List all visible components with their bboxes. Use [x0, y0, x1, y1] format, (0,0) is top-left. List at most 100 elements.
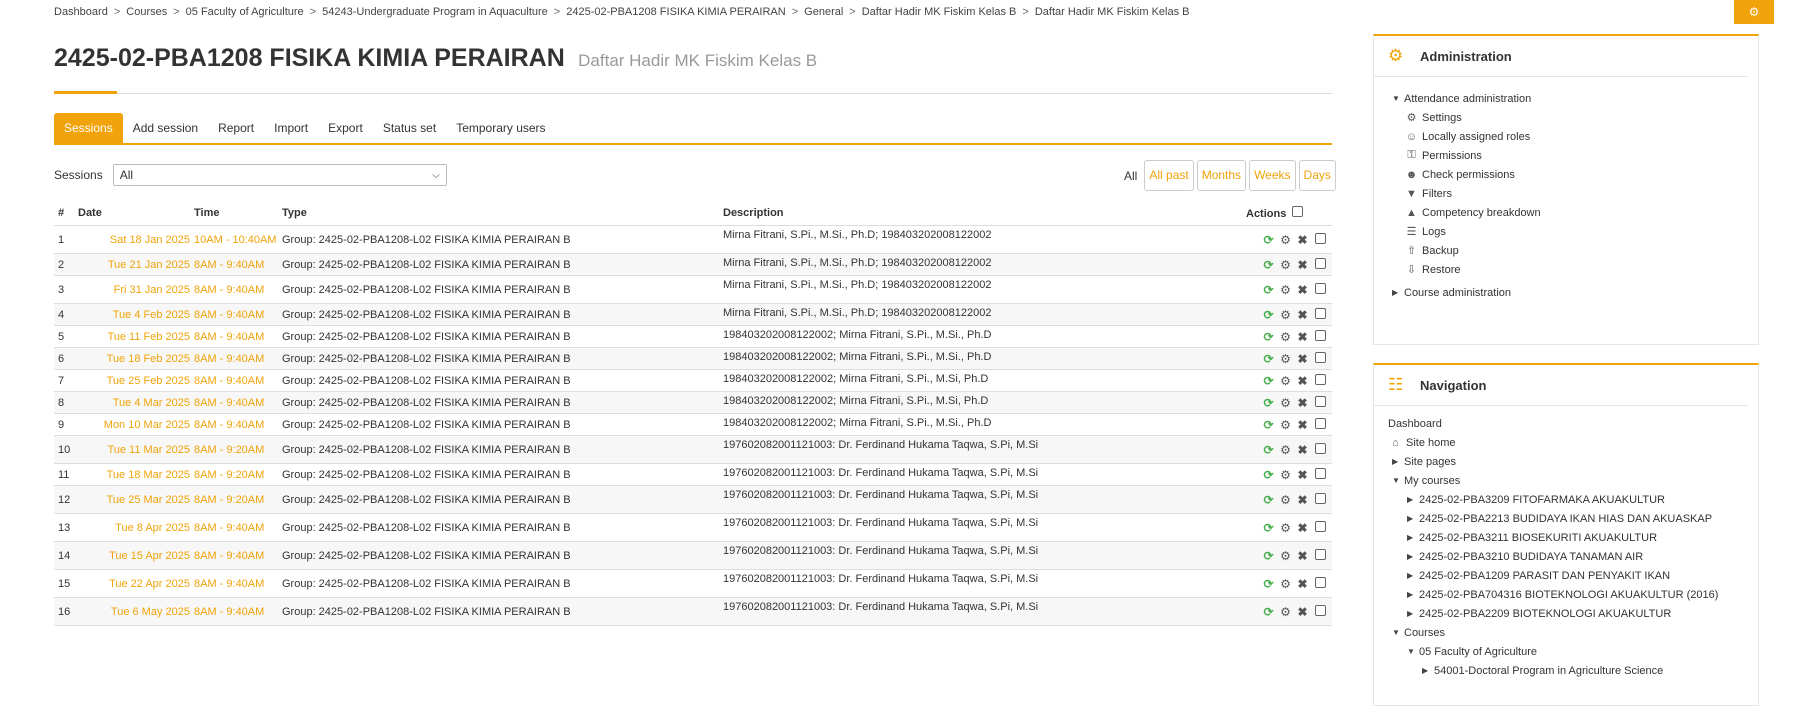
- admin-item[interactable]: ⚿ Permissions: [1392, 146, 1758, 165]
- session-date[interactable]: Fri 31 Jan 2025: [78, 275, 194, 304]
- delete-icon[interactable]: ✖: [1296, 396, 1309, 410]
- select-all-checkbox[interactable]: [1292, 206, 1304, 217]
- take-attendance-icon[interactable]: ⟳: [1262, 493, 1275, 507]
- take-attendance-icon[interactable]: ⟳: [1262, 521, 1275, 535]
- take-attendance-icon[interactable]: ⟳: [1262, 233, 1275, 247]
- row-checkbox[interactable]: [1315, 257, 1326, 269]
- breadcrumb-item[interactable]: General: [804, 6, 843, 18]
- breadcrumb-item[interactable]: 2425-02-PBA1208 FISIKA KIMIA PERAIRAN: [566, 6, 786, 18]
- delete-icon[interactable]: ✖: [1296, 233, 1309, 247]
- take-attendance-icon[interactable]: ⟳: [1262, 549, 1275, 563]
- session-time[interactable]: 8AM - 9:40AM: [194, 275, 282, 304]
- session-date[interactable]: Tue 11 Feb 2025: [78, 325, 194, 348]
- take-attendance-icon[interactable]: ⟳: [1262, 396, 1275, 410]
- session-time[interactable]: 8AM - 9:40AM: [194, 541, 282, 570]
- delete-icon[interactable]: ✖: [1296, 258, 1309, 272]
- admin-item[interactable]: ▲ Competency breakdown: [1392, 203, 1758, 222]
- admin-item[interactable]: ⚙ Settings: [1392, 108, 1758, 127]
- gear-icon[interactable]: ⚙: [1279, 468, 1292, 482]
- session-time[interactable]: 8AM - 9:40AM: [194, 413, 282, 436]
- gear-icon[interactable]: ⚙: [1279, 443, 1292, 457]
- nav-course-item[interactable]: ▶ 2425-02-PBA2213 BUDIDAYA IKAN HIAS DAN …: [1388, 509, 1758, 528]
- delete-icon[interactable]: ✖: [1296, 493, 1309, 507]
- row-checkbox[interactable]: [1315, 232, 1326, 244]
- tab-import[interactable]: Import: [264, 113, 318, 143]
- session-date[interactable]: Tue 4 Feb 2025: [78, 303, 194, 326]
- gear-icon[interactable]: ⚙: [1279, 374, 1292, 388]
- gear-icon[interactable]: ⚙: [1279, 605, 1292, 619]
- session-time[interactable]: 8AM - 9:40AM: [194, 569, 282, 598]
- row-checkbox[interactable]: [1315, 373, 1326, 385]
- session-date[interactable]: Tue 4 Mar 2025: [78, 391, 194, 414]
- col-header-date[interactable]: Date: [78, 201, 194, 226]
- session-date[interactable]: Tue 18 Feb 2025: [78, 347, 194, 370]
- admin-item[interactable]: ▼ Filters: [1392, 184, 1758, 203]
- row-checkbox[interactable]: [1315, 282, 1326, 294]
- take-attendance-icon[interactable]: ⟳: [1262, 443, 1275, 457]
- gear-icon[interactable]: ⚙: [1279, 577, 1292, 591]
- gear-icon[interactable]: ⚙: [1279, 330, 1292, 344]
- take-attendance-icon[interactable]: ⟳: [1262, 374, 1275, 388]
- gear-icon[interactable]: ⚙: [1279, 308, 1292, 322]
- take-attendance-icon[interactable]: ⟳: [1262, 605, 1275, 619]
- take-attendance-icon[interactable]: ⟳: [1262, 308, 1275, 322]
- breadcrumb-item[interactable]: Dashboard: [54, 6, 108, 18]
- nav-faculty[interactable]: ▼ 05 Faculty of Agriculture: [1388, 642, 1758, 661]
- attendance-administration-node[interactable]: ▼ Attendance administration: [1392, 89, 1758, 108]
- row-checkbox[interactable]: [1315, 548, 1326, 560]
- session-date[interactable]: Mon 10 Mar 2025: [78, 413, 194, 436]
- nav-site-pages[interactable]: ▶ Site pages: [1388, 452, 1758, 471]
- row-checkbox[interactable]: [1315, 520, 1326, 532]
- session-date[interactable]: Tue 25 Mar 2025: [78, 485, 194, 514]
- row-checkbox[interactable]: [1315, 395, 1326, 407]
- tab-temporary-users[interactable]: Temporary users: [446, 113, 555, 143]
- take-attendance-icon[interactable]: ⟳: [1262, 330, 1275, 344]
- delete-icon[interactable]: ✖: [1296, 308, 1309, 322]
- session-date[interactable]: Tue 11 Mar 2025: [78, 435, 194, 464]
- nav-my-courses[interactable]: ▼ My courses: [1388, 471, 1758, 490]
- session-time[interactable]: 8AM - 9:40AM: [194, 597, 282, 626]
- delete-icon[interactable]: ✖: [1296, 443, 1309, 457]
- delete-icon[interactable]: ✖: [1296, 418, 1309, 432]
- admin-item[interactable]: ☺ Locally assigned roles: [1392, 127, 1758, 146]
- breadcrumb-item[interactable]: Courses: [126, 6, 167, 18]
- row-checkbox[interactable]: [1315, 329, 1326, 341]
- session-date[interactable]: Tue 21 Jan 2025: [78, 253, 194, 276]
- session-time[interactable]: 8AM - 9:20AM: [194, 435, 282, 464]
- period-weeks-button[interactable]: Weeks: [1249, 160, 1296, 191]
- session-time[interactable]: 8AM - 9:20AM: [194, 485, 282, 514]
- session-time[interactable]: 8AM - 9:40AM: [194, 513, 282, 542]
- tab-export[interactable]: Export: [318, 113, 373, 143]
- delete-icon[interactable]: ✖: [1296, 549, 1309, 563]
- session-time[interactable]: 8AM - 9:40AM: [194, 391, 282, 414]
- delete-icon[interactable]: ✖: [1296, 521, 1309, 535]
- nav-course-item[interactable]: ▶ 2425-02-PBA1209 PARASIT DAN PENYAKIT IK…: [1388, 566, 1758, 585]
- gear-icon[interactable]: ⚙: [1279, 283, 1292, 297]
- row-checkbox[interactable]: [1315, 576, 1326, 588]
- delete-icon[interactable]: ✖: [1296, 330, 1309, 344]
- nav-program[interactable]: ▶ 54001-Doctoral Program in Agriculture …: [1388, 661, 1758, 680]
- session-time[interactable]: 8AM - 9:40AM: [194, 303, 282, 326]
- row-checkbox[interactable]: [1315, 492, 1326, 504]
- settings-menu-button[interactable]: ⚙: [1734, 0, 1774, 24]
- session-date[interactable]: Sat 18 Jan 2025: [78, 225, 194, 254]
- course-administration-node[interactable]: ▶ Course administration: [1392, 283, 1758, 302]
- breadcrumb-item[interactable]: 05 Faculty of Agriculture: [186, 6, 304, 18]
- tab-sessions[interactable]: Sessions: [54, 113, 123, 143]
- nav-dashboard[interactable]: Dashboard: [1388, 414, 1758, 433]
- take-attendance-icon[interactable]: ⟳: [1262, 258, 1275, 272]
- gear-icon[interactable]: ⚙: [1279, 233, 1292, 247]
- session-time[interactable]: 8AM - 9:40AM: [194, 253, 282, 276]
- admin-item[interactable]: ⇩ Restore: [1392, 260, 1758, 279]
- delete-icon[interactable]: ✖: [1296, 577, 1309, 591]
- gear-icon[interactable]: ⚙: [1279, 521, 1292, 535]
- session-time[interactable]: 8AM - 9:40AM: [194, 325, 282, 348]
- nav-course-item[interactable]: ▶ 2425-02-PBA2209 BIOTEKNOLOGI AKUAKULTUR: [1388, 604, 1758, 623]
- nav-course-item[interactable]: ▶ 2425-02-PBA3210 BUDIDAYA TANAMAN AIR: [1388, 547, 1758, 566]
- take-attendance-icon[interactable]: ⟳: [1262, 283, 1275, 297]
- nav-course-item[interactable]: ▶ 2425-02-PBA3209 FITOFARMAKA AKUAKULTUR: [1388, 490, 1758, 509]
- session-date[interactable]: Tue 15 Apr 2025: [78, 541, 194, 570]
- gear-icon[interactable]: ⚙: [1279, 549, 1292, 563]
- session-time[interactable]: 8AM - 9:40AM: [194, 347, 282, 370]
- gear-icon[interactable]: ⚙: [1279, 258, 1292, 272]
